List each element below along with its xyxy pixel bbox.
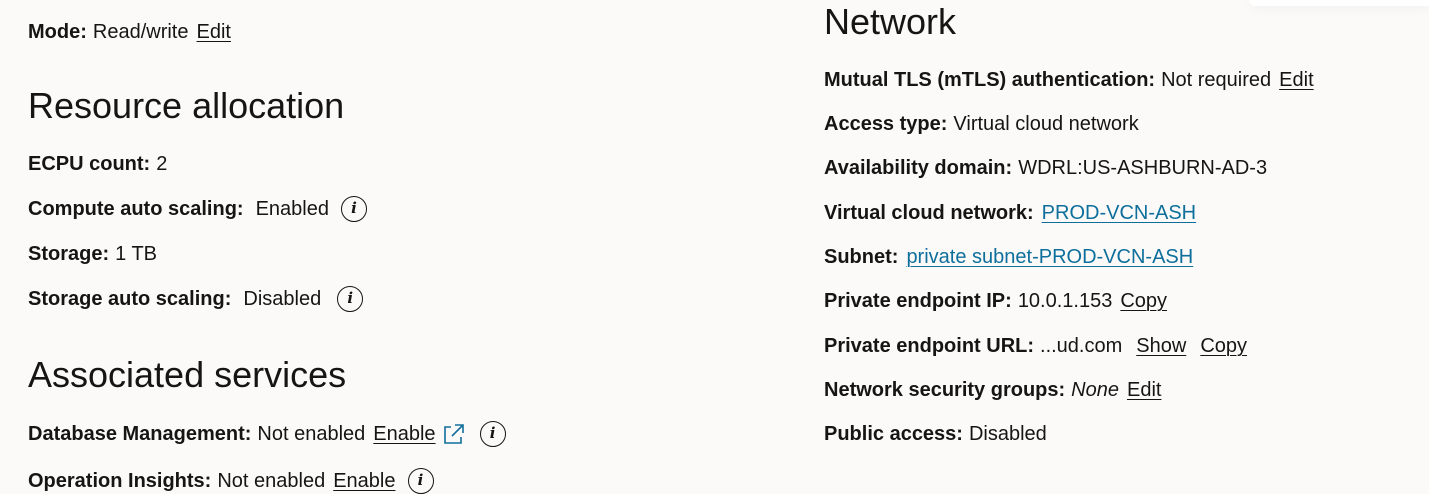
public-access-label: Public access: xyxy=(824,423,963,445)
storage-row: Storage: 1 TB xyxy=(28,242,157,266)
access-type-row: Access type: Virtual cloud network xyxy=(824,112,1139,136)
associated-services-heading: Associated services xyxy=(28,354,347,395)
mode-edit-link[interactable]: Edit xyxy=(197,20,231,44)
mtls-value: Not required xyxy=(1161,69,1272,91)
db-management-enable-link[interactable]: Enable xyxy=(373,422,435,446)
availability-domain-row: Availability domain: WDRL:US-ASHBURN-AD-… xyxy=(824,156,1267,180)
db-management-value: Not enabled xyxy=(257,423,366,445)
nsg-row: Network security groups: None Edit xyxy=(824,378,1161,402)
subnet-link[interactable]: private subnet-PROD-VCN-ASH xyxy=(906,245,1193,269)
storage-scaling-label: Storage auto scaling: xyxy=(28,288,232,310)
info-icon[interactable]: i xyxy=(479,421,506,447)
operation-insights-label: Operation Insights: xyxy=(28,470,212,492)
private-ip-label: Private endpoint IP: xyxy=(824,290,1012,312)
info-icon[interactable]: i xyxy=(340,196,367,222)
compute-scaling-row: Compute auto scaling: Enabled i xyxy=(28,196,367,222)
private-url-value: ...ud.com xyxy=(1040,335,1123,357)
storage-label: Storage: xyxy=(28,243,110,265)
mode-label: Mode: xyxy=(28,21,87,43)
operation-insights-row: Operation Insights: Not enabled Enable i xyxy=(28,468,434,494)
public-access-value: Disabled xyxy=(968,423,1047,445)
storage-scaling-value: Disabled xyxy=(243,288,322,310)
public-access-row: Public access: Disabled xyxy=(824,422,1047,446)
resource-allocation-heading: Resource allocation xyxy=(28,85,345,126)
operation-insights-enable-link[interactable]: Enable xyxy=(333,469,395,493)
mode-row: Mode: Read/write Edit xyxy=(28,20,231,44)
private-url-copy-link[interactable]: Copy xyxy=(1200,334,1247,358)
ecpu-row: ECPU count: 2 xyxy=(28,152,167,176)
operation-insights-value: Not enabled xyxy=(217,470,326,492)
vcn-row: Virtual cloud network: PROD-VCN-ASH xyxy=(824,201,1196,225)
info-icon[interactable]: i xyxy=(407,468,434,494)
ecpu-label: ECPU count: xyxy=(28,153,151,175)
mtls-row: Mutual TLS (mTLS) authentication: Not re… xyxy=(824,68,1314,92)
access-type-value: Virtual cloud network xyxy=(953,113,1139,135)
storage-value: 1 TB xyxy=(115,243,157,265)
nsg-value: None xyxy=(1071,379,1119,401)
subnet-row: Subnet: private subnet-PROD-VCN-ASH xyxy=(824,245,1193,269)
db-management-label: Database Management: xyxy=(28,423,252,445)
private-ip-value: 10.0.1.153 xyxy=(1017,290,1113,312)
subnet-label: Subnet: xyxy=(824,246,899,268)
storage-scaling-row: Storage auto scaling: Disabled i xyxy=(28,286,364,312)
network-heading: Network xyxy=(824,1,957,42)
vcn-link[interactable]: PROD-VCN-ASH xyxy=(1042,201,1196,225)
mtls-edit-link[interactable]: Edit xyxy=(1279,68,1313,92)
info-icon[interactable]: i xyxy=(337,286,364,312)
ecpu-value: 2 xyxy=(156,153,168,175)
access-type-label: Access type: xyxy=(824,113,948,135)
private-ip-copy-link[interactable]: Copy xyxy=(1120,289,1167,313)
compute-scaling-label: Compute auto scaling: xyxy=(28,198,244,220)
nsg-edit-link[interactable]: Edit xyxy=(1127,378,1161,402)
availability-domain-value: WDRL:US-ASHBURN-AD-3 xyxy=(1018,157,1268,179)
vcn-label: Virtual cloud network: xyxy=(824,202,1034,224)
db-management-row: Database Management: Not enabled Enable … xyxy=(28,421,506,447)
panel-shadow xyxy=(1249,0,1429,6)
compute-scaling-value: Enabled xyxy=(255,198,329,220)
mtls-label: Mutual TLS (mTLS) authentication: xyxy=(824,69,1156,91)
external-link-icon[interactable] xyxy=(442,422,466,446)
availability-domain-label: Availability domain: xyxy=(824,157,1013,179)
private-url-label: Private endpoint URL: xyxy=(824,335,1035,357)
private-url-show-link[interactable]: Show xyxy=(1136,334,1186,358)
private-ip-row: Private endpoint IP: 10.0.1.153 Copy xyxy=(824,289,1167,313)
nsg-label: Network security groups: xyxy=(824,379,1066,401)
mode-value: Read/write xyxy=(92,21,189,43)
private-url-row: Private endpoint URL: ...ud.com Show Cop… xyxy=(824,334,1247,358)
